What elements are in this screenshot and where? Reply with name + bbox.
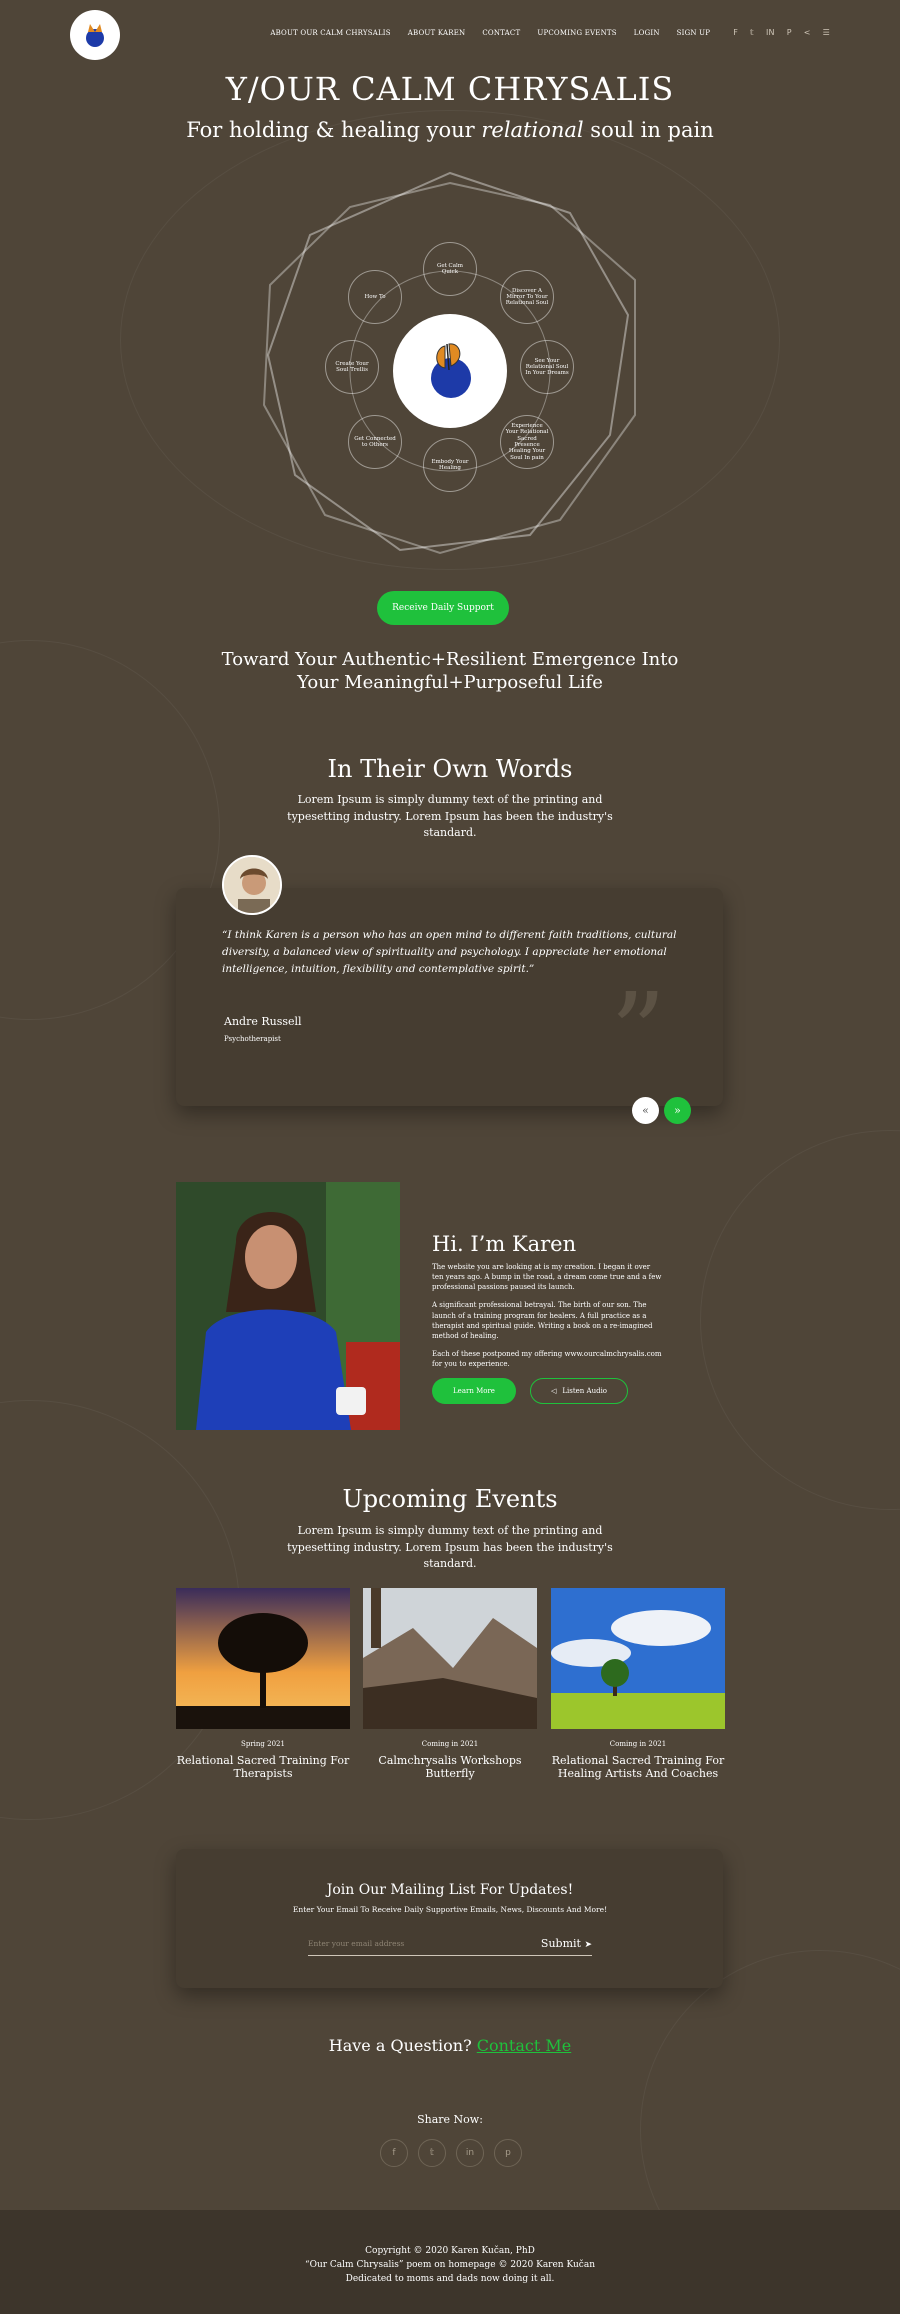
submit-button[interactable]: Submit ➤ [541, 1937, 592, 1950]
nav-about-karen[interactable]: ABOUT KAREN [408, 29, 466, 37]
mailing-title: Join Our Mailing List For Updates! [326, 1882, 574, 1898]
nav-login[interactable]: LOGIN [634, 29, 660, 37]
wheel-node-how-to[interactable]: How To [348, 270, 402, 324]
event-date: Coming in 2021 [421, 1740, 479, 1748]
receive-support-button[interactable]: Receive Daily Support [377, 591, 509, 625]
linkedin-share-icon[interactable]: in [456, 2139, 484, 2167]
mandala-decoration [700, 1130, 900, 1510]
karen-bio: The website you are looking at is my cre… [432, 1262, 662, 1377]
hero-subtitle: For holding & healing your relational so… [0, 118, 900, 142]
wheel-center-logo[interactable] [393, 314, 507, 428]
question-text: Have a Question? [328, 2036, 477, 2055]
submit-label: Submit [540, 1937, 581, 1950]
twitter-share-icon[interactable]: 𝕥 [418, 2139, 446, 2167]
hero-title: Y/OUR CALM CHRYSALIS [225, 70, 675, 108]
linkedin-icon[interactable]: in [766, 28, 775, 37]
mailing-card [176, 1849, 723, 1988]
site-logo[interactable] [70, 10, 120, 60]
event-image-tree-meadow[interactable] [551, 1588, 725, 1729]
footer-text: Copyright © 2020 Karen Kučan, PhD “Our C… [0, 2245, 900, 2287]
pinterest-share-icon[interactable]: p [494, 2139, 522, 2167]
testimonials-title: In Their Own Words [327, 755, 573, 783]
nav-socials: f 𝕥 in p < ☰ [733, 28, 830, 37]
testimonial-role: Psychotherapist [224, 1035, 281, 1043]
nav-about-chrysalis[interactable]: ABOUT OUR CALM CHRYSALIS [270, 29, 390, 37]
share-label: Share Now: [417, 2113, 483, 2126]
mailing-subtitle: Enter Your Email To Receive Daily Suppor… [292, 1905, 608, 1914]
listen-audio-button[interactable]: ◁ Listen Audio [530, 1378, 628, 1404]
testimonial-next-button[interactable]: » [664, 1097, 691, 1124]
nav-upcoming-events[interactable]: UPCOMING EVENTS [537, 29, 616, 37]
tagline-line1: Toward Your Authentic+Resilient Emergenc… [221, 649, 679, 670]
tagline-line2: Your Meaningful+Purposeful Life [297, 672, 603, 694]
event-image-tree-sunset[interactable] [176, 1588, 350, 1729]
share-icons: f 𝕥 in p [380, 2139, 522, 2167]
footer-copyright: Copyright © 2020 Karen Kučan, PhD [365, 2246, 535, 2256]
nav-sign-up[interactable]: SIGN UP [677, 29, 711, 37]
wheel-node-experience-presence[interactable]: Experience Your Relational Sacred Presen… [500, 415, 554, 469]
page: ABOUT OUR CALM CHRYSALIS ABOUT KAREN CON… [0, 0, 900, 2314]
hero-subtitle-pre: For holding & healing your [186, 118, 482, 142]
contact-me-link[interactable]: Contact Me [477, 2036, 571, 2055]
wheel-node-get-calm[interactable]: Get Calm Quick [423, 242, 477, 296]
hero-subtitle-post: soul in pain [583, 118, 714, 142]
event-image-mountains[interactable] [363, 1588, 537, 1729]
karen-bio-p3: Each of these postponed my offering www.… [432, 1349, 662, 1369]
karen-bio-p1: The website you are looking at is my cre… [432, 1263, 662, 1292]
facebook-share-icon[interactable]: f [380, 2139, 408, 2167]
wheel-node-get-connected[interactable]: Get Connected to Others [348, 415, 402, 469]
tagline: Toward Your Authentic+Resilient Emergenc… [0, 648, 900, 695]
events-desc: Lorem Ipsum is simply dummy text of the … [287, 1524, 613, 1570]
butterfly-icon [431, 343, 471, 398]
quote-mark-icon: ” [610, 969, 667, 1097]
footer-dedication: Dedicated to moms and dads now doing it … [345, 2273, 555, 2284]
event-title[interactable]: Calmchrysalis Workshops Butterfly [363, 1754, 537, 1780]
karen-title: Hi. I’m Karen [432, 1232, 577, 1256]
wheel-node-embody-healing[interactable]: Embody Your Healing [423, 438, 477, 492]
event-date: Spring 2021 [241, 1740, 285, 1748]
event-date: Coming in 2021 [609, 1740, 667, 1748]
pinterest-icon[interactable]: p [787, 28, 792, 37]
facebook-icon[interactable]: f [733, 28, 738, 37]
events-title: Upcoming Events [342, 1485, 558, 1513]
event-title[interactable]: Relational Sacred Training For Therapist… [176, 1754, 350, 1780]
karen-bio-p2: A significant professional betrayal. The… [432, 1301, 653, 1340]
testimonial-prev-button[interactable]: « [632, 1097, 659, 1124]
email-placeholder[interactable]: Enter your email address [308, 1939, 404, 1948]
email-field[interactable]: Enter your email address Submit ➤ [308, 1932, 592, 1956]
wheel-node-soul-trellis[interactable]: Create Your Soul Trellis [325, 340, 379, 394]
question-line: Have a Question? Contact Me [0, 2036, 900, 2055]
learn-more-button[interactable]: Learn More [432, 1378, 516, 1404]
karen-photo [176, 1182, 400, 1430]
butterfly-logo-icon [86, 24, 104, 47]
testimonial-name: Andre Russell [224, 1015, 302, 1028]
event-title[interactable]: Relational Sacred Training For Healing A… [551, 1754, 725, 1780]
testimonial-avatar [222, 855, 282, 915]
twitter-icon[interactable]: 𝕥 [750, 28, 754, 37]
hero-subtitle-emphasis: relational [481, 118, 584, 142]
speaker-icon: ◁ [550, 1387, 557, 1395]
paper-plane-icon: ➤ [584, 1940, 592, 1950]
nav-contact[interactable]: CONTACT [482, 29, 520, 37]
testimonials-desc: Lorem Ipsum is simply dummy text of the … [287, 793, 613, 839]
footer-poem-credit: “Our Calm Chrysalis” poem on homepage © … [304, 2259, 595, 2270]
listen-audio-label: Listen Audio [562, 1387, 608, 1395]
main-nav: ABOUT OUR CALM CHRYSALIS ABOUT KAREN CON… [270, 28, 830, 37]
menu-icon[interactable]: ☰ [823, 28, 830, 37]
wheel-node-see-soul[interactable]: See Your Relational Soul In Your Dreams [520, 340, 574, 394]
share-icon[interactable]: < [804, 28, 811, 37]
wheel-node-discover-mirror[interactable]: Discover A Mirror To Your Relational Sou… [500, 270, 554, 324]
